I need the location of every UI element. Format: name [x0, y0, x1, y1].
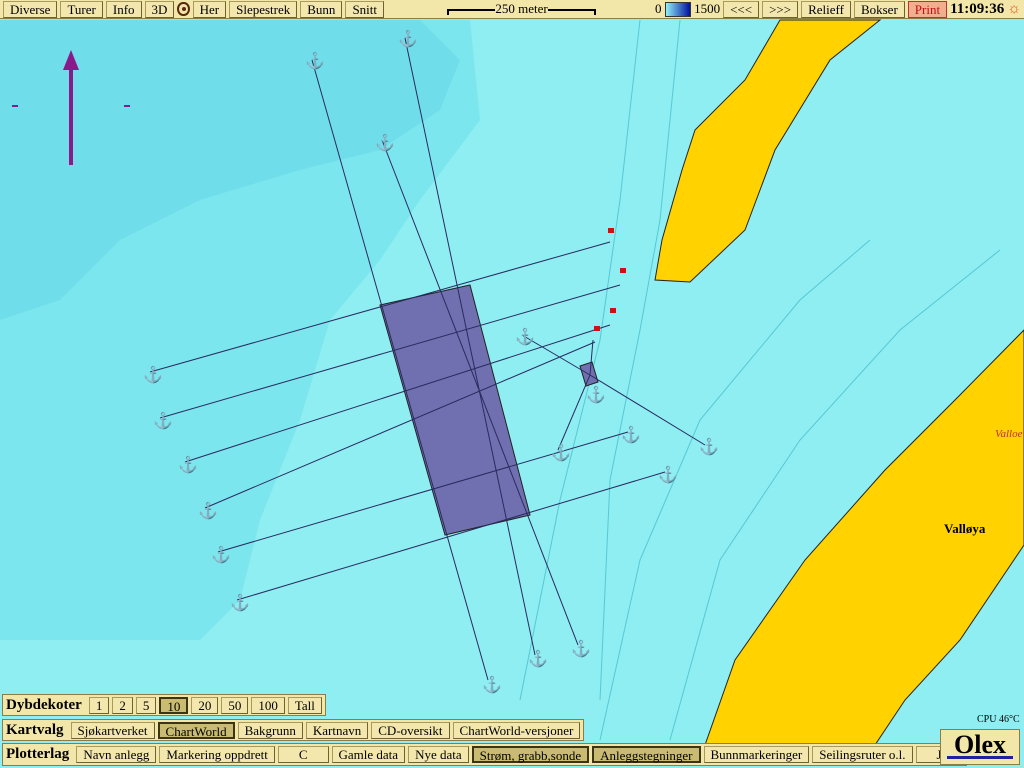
seilingsruter-button[interactable]: Seilingsruter o.l. — [812, 746, 913, 763]
depth-1[interactable]: 1 — [88, 696, 110, 714]
plotterlag-panel: Plotterlag Navn anlegg Markering oppdret… — [2, 743, 967, 766]
nye-data-button[interactable]: Nye data — [408, 746, 469, 763]
chartworld-button[interactable]: ChartWorld — [157, 721, 235, 739]
3d-button[interactable]: 3D — [144, 0, 175, 18]
markering-oppdrett-button[interactable]: Markering oppdrett — [159, 746, 275, 763]
depth-gradient — [664, 1, 692, 17]
depth-tall[interactable]: Tall — [287, 696, 322, 714]
clock: 11:09:36 — [950, 0, 1005, 17]
kartnavn-button[interactable]: Kartnavn — [305, 721, 369, 739]
anleggstegninger-button[interactable]: Anleggstegninger — [592, 746, 701, 763]
cpu-temp: CPU 46°C — [977, 714, 1020, 725]
sjokartverket-button[interactable]: Sjøkartverket — [70, 721, 155, 739]
target-icon[interactable] — [177, 2, 190, 16]
svg-text:⚓: ⚓ — [586, 385, 606, 404]
sun-icon[interactable]: ☼ — [1007, 1, 1021, 18]
snitt-button[interactable]: Snitt — [345, 0, 385, 18]
bokser-button[interactable]: Bokser — [853, 0, 905, 18]
depth-2[interactable]: 2 — [112, 696, 133, 714]
svg-text:⚓: ⚓ — [305, 51, 325, 70]
bunn-button[interactable]: Bunn — [300, 0, 343, 18]
svg-text:⚓: ⚓ — [551, 443, 571, 462]
info-button[interactable]: Info — [105, 0, 142, 18]
scale-bar: 250 meter — [447, 1, 597, 17]
svg-text:⚓: ⚓ — [621, 425, 641, 444]
svg-text:⚓: ⚓ — [178, 455, 198, 474]
svg-text:⚓: ⚓ — [482, 675, 502, 694]
chart-map[interactable]: ⚓ ⚓ ⚓ ⚓ ⚓ ⚓ ⚓ ⚓ ⚓ ⚓ ⚓ ⚓ ⚓ ⚓ ⚓ ⚓ ⚓ ⚓ Valløya Valloe CPU … — [0, 0, 1024, 768]
relieff-button[interactable]: Relieff — [801, 0, 851, 18]
depth-100[interactable]: 100 — [251, 696, 285, 714]
turer-button[interactable]: Turer — [60, 0, 103, 18]
dybdekoter-panel: Dybdekoter 1 2 5 10 20 50 100 Tall — [2, 694, 326, 716]
kartvalg-panel: Kartvalg Sjøkartverket ChartWorld Bakgru… — [2, 719, 585, 741]
svg-text:⚓: ⚓ — [515, 327, 535, 346]
depth-10[interactable]: 10 — [159, 696, 189, 714]
slepestrek-button[interactable]: Slepestrek — [229, 0, 298, 18]
navn-anlegg-button[interactable]: Navn anlegg — [76, 746, 157, 763]
forward-button[interactable]: >>> — [762, 0, 799, 18]
north-arrow — [69, 60, 73, 165]
svg-text:⚓: ⚓ — [375, 133, 395, 152]
svg-text:⚓: ⚓ — [699, 437, 719, 456]
place-label: Valløya — [944, 521, 986, 536]
depth-50[interactable]: 50 — [221, 696, 249, 714]
her-button[interactable]: Her — [192, 0, 227, 18]
cd-oversikt-button[interactable]: CD-oversikt — [371, 721, 450, 739]
svg-text:⚓: ⚓ — [143, 365, 163, 384]
svg-text:⚓: ⚓ — [571, 639, 591, 658]
print-button[interactable]: Print — [907, 0, 948, 18]
svg-text:⚓: ⚓ — [398, 29, 418, 48]
svg-text:⚓: ⚓ — [230, 593, 250, 612]
bunnmarkeringer-button[interactable]: Bunnmarkeringer — [703, 746, 810, 763]
svg-text:Valloe: Valloe — [995, 428, 1023, 440]
chartworld-versjoner-button[interactable]: ChartWorld-versjoner — [452, 721, 581, 739]
back-button[interactable]: <<< — [723, 0, 760, 18]
olex-logo: Olex — [940, 729, 1020, 765]
svg-text:⚓: ⚓ — [658, 465, 678, 484]
svg-text:⚓: ⚓ — [153, 411, 173, 430]
diverse-button[interactable]: Diverse — [3, 0, 58, 18]
svg-text:⚓: ⚓ — [198, 501, 218, 520]
strom-grabb-sonde-button[interactable]: Strøm, grabb,sonde — [471, 746, 590, 763]
top-toolbar: Diverse Turer Info 3D Her Slepestrek Bun… — [0, 0, 1024, 19]
svg-text:⚓: ⚓ — [528, 649, 548, 668]
bakgrunn-button[interactable]: Bakgrunn — [237, 721, 303, 739]
depth-5[interactable]: 5 — [135, 696, 157, 714]
c-button[interactable]: C — [277, 746, 329, 763]
svg-text:⚓: ⚓ — [211, 545, 231, 564]
gamle-data-button[interactable]: Gamle data — [331, 746, 406, 763]
depth-20[interactable]: 20 — [191, 696, 219, 714]
